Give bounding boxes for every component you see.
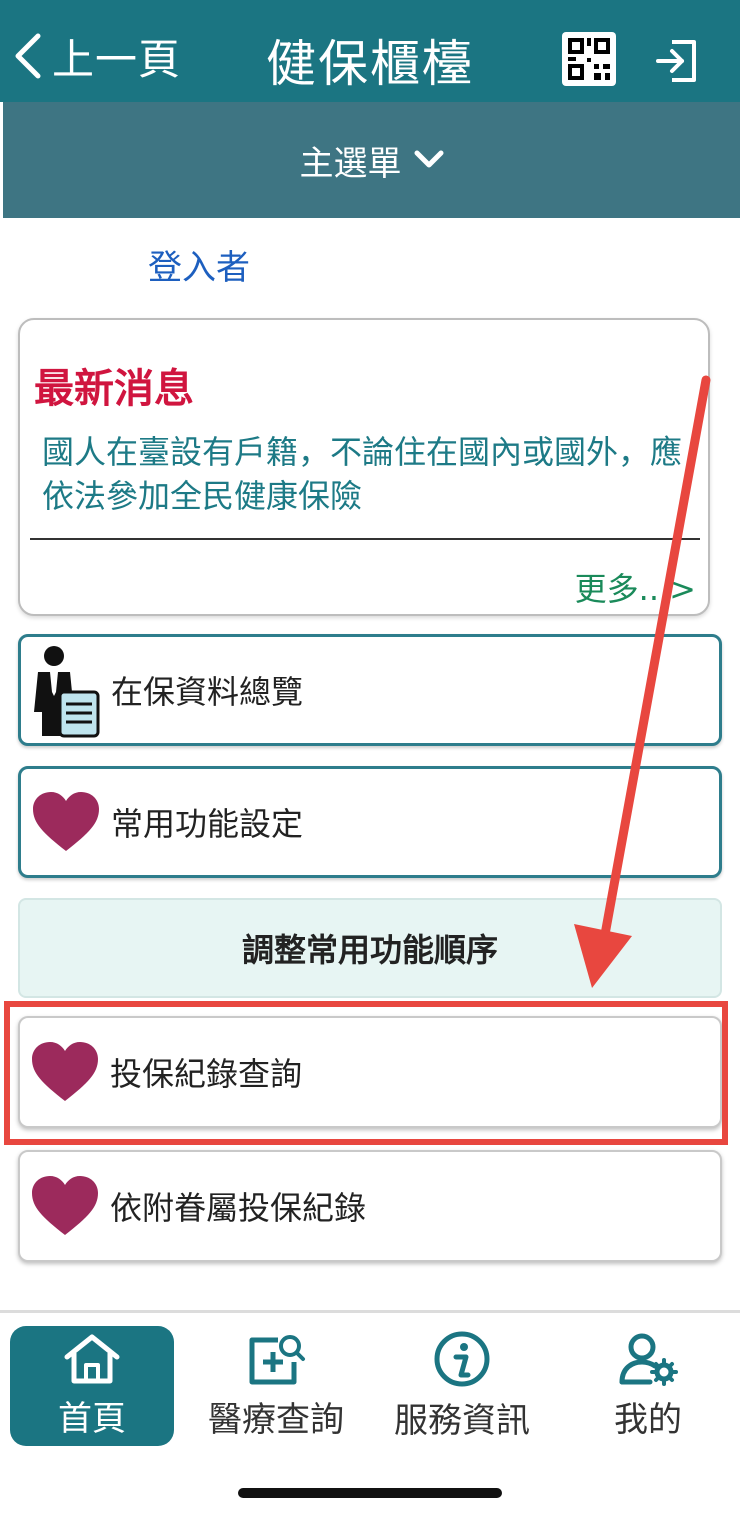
insurance-record-query-button[interactable]: 投保紀錄查詢 <box>18 1016 722 1128</box>
tab-my-label: 我的 <box>614 1399 682 1440</box>
tab-home-label: 首頁 <box>58 1398 126 1439</box>
logout-button[interactable] <box>654 38 700 84</box>
user-settings-icon <box>619 1333 678 1386</box>
insured-overview-button[interactable]: 在保資料總覽 <box>18 634 722 746</box>
dependent-insurance-record-label: 依附眷屬投保紀錄 <box>110 1189 367 1227</box>
dependent-insurance-record-button[interactable]: 依附眷屬投保紀錄 <box>18 1150 722 1262</box>
news-more-link[interactable]: 更多...> <box>575 564 696 610</box>
app-header: 上一頁 健保櫃檯 <box>0 0 740 102</box>
home-indicator <box>238 1488 502 1498</box>
tab-medical-query[interactable]: 醫療查詢 <box>194 1326 358 1446</box>
chevron-down-icon <box>414 150 443 168</box>
news-divider <box>30 538 700 540</box>
home-icon <box>64 1334 120 1383</box>
tab-home[interactable]: 首頁 <box>10 1326 174 1446</box>
qr-code-icon <box>568 38 610 80</box>
login-user-label: 登入者 <box>148 248 250 288</box>
heart-icon <box>20 1022 110 1122</box>
qr-code-button[interactable] <box>562 32 616 86</box>
bottom-tab-bar: 首頁 醫療查詢 服務資訊 我的 <box>0 1318 740 1458</box>
tab-service-info[interactable]: 服務資訊 <box>380 1326 544 1446</box>
news-title: 最新消息 <box>34 366 194 412</box>
tabbar-divider <box>0 1310 740 1313</box>
tab-service-info-label: 服務資訊 <box>394 1400 530 1441</box>
news-card: 最新消息 國人在臺設有戶籍，不論住在國內或國外，應依法參加全民健康保險 更多..… <box>18 318 710 616</box>
tab-my[interactable]: 我的 <box>566 1326 730 1446</box>
favorite-settings-label: 常用功能設定 <box>111 805 304 843</box>
page-title: 健保櫃檯 <box>266 35 474 93</box>
news-item[interactable]: 國人在臺設有戶籍，不論住在國內或國外，應依法參加全民健康保險 <box>42 430 682 518</box>
favorite-settings-button[interactable]: 常用功能設定 <box>18 766 722 878</box>
insurance-record-query-label: 投保紀錄查詢 <box>110 1055 303 1093</box>
insured-overview-label: 在保資料總覽 <box>111 673 304 711</box>
main-menu-label: 主選單 <box>299 143 402 184</box>
tab-medical-query-label: 醫療查詢 <box>208 1399 344 1440</box>
main-menu-dropdown[interactable]: 主選單 <box>0 102 740 218</box>
annotation-arrow <box>574 375 711 988</box>
medical-search-icon <box>249 1334 305 1384</box>
heart-icon <box>21 772 111 872</box>
logout-icon <box>656 40 696 82</box>
reorder-favorites-button[interactable]: 調整常用功能順序 <box>18 898 722 998</box>
heart-icon <box>20 1156 110 1256</box>
insured-person-document-icon <box>21 640 111 740</box>
info-icon <box>434 1331 490 1386</box>
